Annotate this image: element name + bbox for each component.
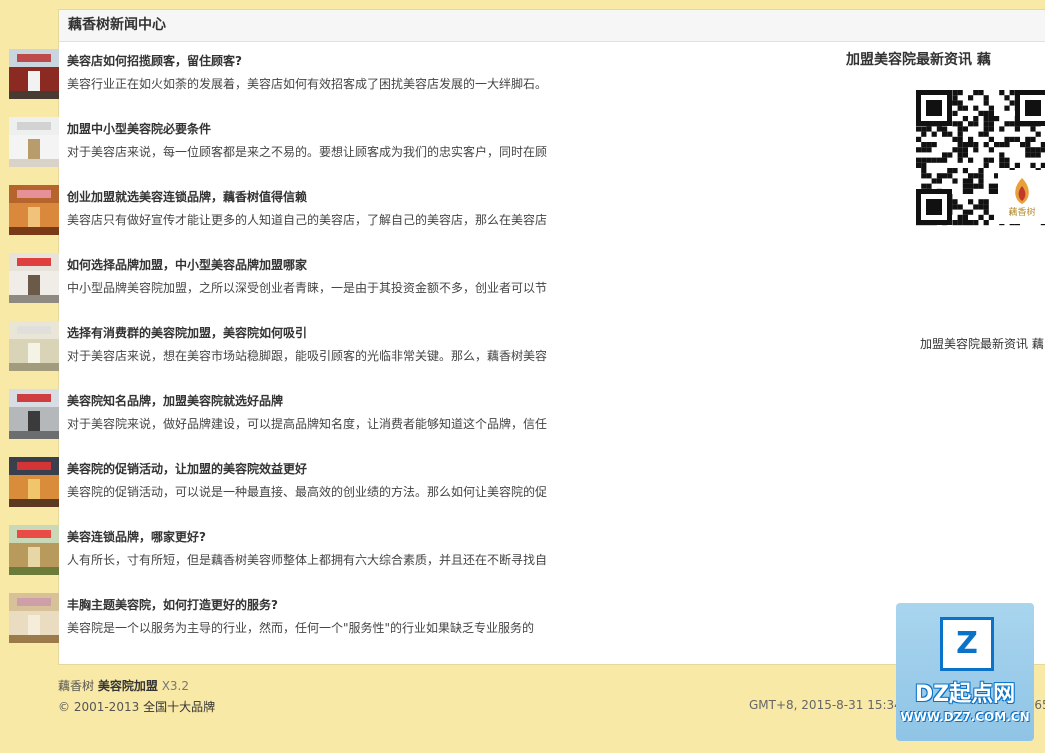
news-title[interactable]: 美容连锁品牌，哪家更好? bbox=[67, 528, 206, 545]
news-summary: 人有所长，寸有所短，但是藕香树美容师整体上都拥有六大综合素质，并且还在不断寻找自 bbox=[67, 553, 548, 567]
footer-brand-row: 藕香树 美容院加盟 X3.2 bbox=[58, 677, 189, 694]
panel-title: 藕香树新闻中心 bbox=[59, 10, 1045, 42]
watermark-logo: Z DZ起点网 WWW.DZ7.COM.CN bbox=[896, 603, 1034, 741]
news-title[interactable]: 美容店如何招揽顾客，留住顾客? bbox=[67, 52, 242, 69]
news-item[interactable]: 选择有消费群的美容院加盟，美容院如何吸引对于美容店来说，想在美容市场站稳脚跟，能… bbox=[9, 321, 569, 389]
footer-top10-link[interactable]: 全国十大品牌 bbox=[143, 700, 215, 714]
news-thumbnail[interactable] bbox=[9, 389, 59, 439]
news-item[interactable]: 美容院的促销活动，让加盟的美容院效益更好美容院的促销活动，可以说是一种最直接、最… bbox=[9, 457, 569, 525]
news-thumbnail[interactable] bbox=[9, 525, 59, 575]
news-summary: 对于美容院来说，做好品牌建设，可以提高品牌知名度，让消费者能够知道这个品牌，信任 bbox=[67, 417, 548, 431]
svg-text:藕香树: 藕香树 bbox=[1008, 206, 1035, 218]
sidebar-title: 加盟美容院最新资讯 藕 bbox=[846, 52, 991, 68]
footer-version: X3.2 bbox=[161, 679, 189, 693]
footer-copyright: © 2001-2013 bbox=[58, 700, 140, 714]
news-item[interactable]: 加盟中小型美容院必要条件对于美容店来说，每一位顾客都是来之不易的。要想让顾客成为… bbox=[9, 117, 569, 185]
footer-franchise-link[interactable]: 美容院加盟 bbox=[98, 679, 158, 693]
news-summary: 对于美容店来说，每一位顾客都是来之不易的。要想让顾客成为我们的忠实客户，同时在顾 bbox=[67, 145, 548, 159]
news-thumbnail[interactable] bbox=[9, 117, 59, 167]
news-item[interactable]: 创业加盟就选美容连锁品牌，藕香树值得信赖美容店只有做好宣传才能让更多的人知道自己… bbox=[9, 185, 569, 253]
news-item[interactable]: 丰胸主题美容院，如何打造更好的服务? 美容院是一个以服务为主导的行业，然而，任何一… bbox=[9, 593, 569, 661]
news-summary: 美容院是一个以服务为主导的行业，然而，任何一个"服务性"的行业如果缺乏专业服务的 bbox=[67, 621, 535, 635]
news-title[interactable]: 创业加盟就选美容连锁品牌，藕香树值得信赖 bbox=[67, 188, 307, 205]
news-title[interactable]: 加盟中小型美容院必要条件 bbox=[67, 120, 211, 137]
news-title[interactable]: 如何选择品牌加盟，中小型美容品牌加盟哪家 bbox=[67, 256, 307, 273]
news-title[interactable]: 美容院知名品牌，加盟美容院就选好品牌 bbox=[67, 392, 283, 409]
news-title[interactable]: 丰胸主题美容院，如何打造更好的服务? bbox=[67, 596, 278, 613]
news-list: 美容店如何招揽顾客，留住顾客? 美容行业正在如火如荼的发展着，美容店如何有效招客成… bbox=[9, 49, 569, 661]
footer-copyright-row: © 2001-2013 全国十大品牌 bbox=[58, 698, 215, 715]
footer-brand: 藕香树 bbox=[58, 679, 95, 693]
news-item[interactable]: 美容店如何招揽顾客，留住顾客? 美容行业正在如火如荼的发展着，美容店如何有效招客成… bbox=[9, 49, 569, 117]
news-thumbnail[interactable] bbox=[9, 185, 59, 235]
news-thumbnail[interactable] bbox=[9, 49, 59, 99]
news-item[interactable]: 如何选择品牌加盟，中小型美容品牌加盟哪家中小型品牌美容院加盟，之所以深受创业者青… bbox=[9, 253, 569, 321]
sidebar: 加盟美容院最新资讯 藕 藕香树 加盟美容院最新资讯 藕 bbox=[846, 49, 1045, 351]
qr-code-icon: 藕香树 bbox=[916, 90, 1045, 315]
news-summary: 美容院的促销活动，可以说是一种最直接、最高效的创业绩的方法。那么如何让美容院的促 bbox=[67, 485, 548, 499]
news-title[interactable]: 选择有消费群的美容院加盟，美容院如何吸引 bbox=[67, 324, 307, 341]
qr-caption: 加盟美容院最新资讯 藕 bbox=[920, 337, 1044, 351]
watermark-mark: Z bbox=[940, 617, 994, 671]
watermark-url: WWW.DZ7.COM.CN bbox=[900, 710, 1030, 724]
news-item[interactable]: 美容连锁品牌，哪家更好? 人有所长，寸有所短，但是藕香树美容师整体上都拥有六大综合… bbox=[9, 525, 569, 593]
news-item[interactable]: 美容院知名品牌，加盟美容院就选好品牌对于美容院来说，做好品牌建设，可以提高品牌知… bbox=[9, 389, 569, 457]
news-summary: 对于美容店来说，想在美容市场站稳脚跟，能吸引顾客的光临非常关键。那么，藕香树美容 bbox=[67, 349, 548, 363]
news-summary: 美容店只有做好宣传才能让更多的人知道自己的美容店，了解自己的美容店，那么在美容店 bbox=[67, 213, 548, 227]
news-thumbnail[interactable] bbox=[9, 253, 59, 303]
watermark-name: DZ起点网 bbox=[914, 682, 1016, 707]
news-summary: 美容行业正在如火如荼的发展着，美容店如何有效招客成了困扰美容店发展的一大绊脚石。 bbox=[67, 77, 548, 91]
news-thumbnail[interactable] bbox=[9, 593, 59, 643]
news-title[interactable]: 美容院的促销活动，让加盟的美容院效益更好 bbox=[67, 460, 307, 477]
news-summary: 中小型品牌美容院加盟，之所以深受创业者青睐，一是由于其投资金额不多，创业者可以节 bbox=[67, 281, 548, 295]
news-thumbnail[interactable] bbox=[9, 457, 59, 507]
news-thumbnail[interactable] bbox=[9, 321, 59, 371]
